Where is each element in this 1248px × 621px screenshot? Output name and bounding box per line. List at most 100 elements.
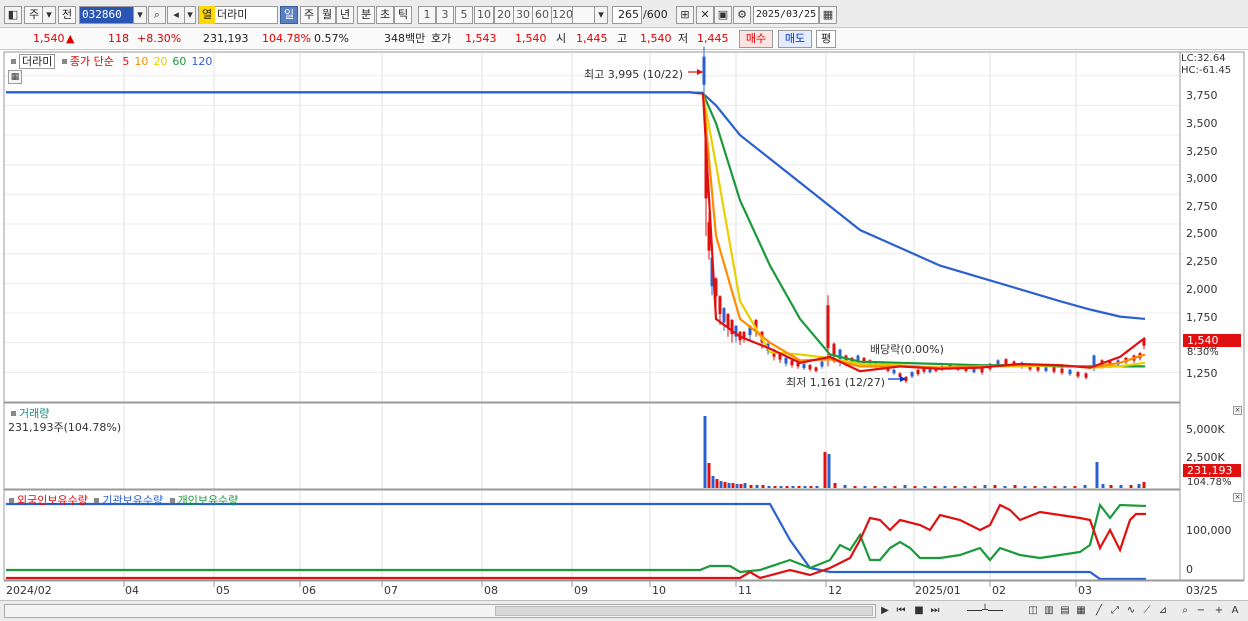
volume-bar: [1003, 486, 1007, 488]
candle-body: [1004, 359, 1008, 365]
table-icon[interactable]: ▤: [1058, 604, 1072, 618]
candle-body: [1076, 372, 1080, 377]
volume-bar: [791, 486, 795, 488]
candle-body: [808, 365, 812, 370]
split-icon[interactable]: ▥: [1042, 604, 1056, 618]
minus-icon[interactable]: −: [1194, 604, 1208, 618]
volume-bar: [943, 486, 947, 488]
legend-ma-3: 60: [172, 55, 187, 68]
ma-line-10: [6, 91, 1146, 369]
candle-body: [722, 308, 726, 323]
volume-bar: [1073, 486, 1077, 488]
candle-body: [916, 369, 920, 375]
volume-bar: [743, 483, 747, 488]
x-tick: 2024/02: [6, 584, 52, 597]
volume-bar: [873, 486, 877, 488]
scroll-thumb[interactable]: [495, 606, 873, 616]
legend-individual: 개인보유수량: [177, 494, 239, 507]
holdings-lines: [6, 502, 1147, 581]
text-tool-icon[interactable]: A: [1228, 604, 1242, 618]
candle-body: [1084, 373, 1088, 378]
grid-icon[interactable]: ▦: [1074, 604, 1088, 618]
volume-bar: [707, 463, 711, 488]
volume-bar: [797, 486, 801, 488]
volume-panel-frame: [3, 402, 1181, 490]
window-mode-icon[interactable]: ◫: [1026, 604, 1040, 618]
volume-bar: [1109, 485, 1113, 488]
volume-bar: [719, 481, 723, 488]
legend-square: [94, 498, 100, 503]
x-tick: 05: [216, 584, 230, 597]
bottom-toolbar: ▶ ⏮ ■ ⏭ ⎯⎯⎯┴⎯⎯⎯ ◫ ▥ ▤ ▦ ╱ ⤢ ∿ ⟋ ⊿ ⌕ − + …: [0, 600, 1248, 621]
zoom-icon[interactable]: ⌕: [1178, 604, 1192, 618]
legend-square: [11, 59, 16, 64]
volume-bar: [803, 486, 807, 488]
candle-body: [838, 349, 842, 361]
price-tick: 2,000: [1186, 283, 1218, 296]
zoom-slider[interactable]: ⎯⎯⎯┴⎯⎯⎯: [950, 604, 1020, 618]
magnet-icon[interactable]: ⊿: [1156, 604, 1170, 618]
chart-canvas[interactable]: [0, 0, 1248, 600]
candle-body: [1052, 367, 1056, 372]
x-tick: 09: [574, 584, 588, 597]
volume-bar: [923, 486, 927, 488]
volume-bar: [903, 485, 907, 488]
volume-bar: [731, 483, 735, 488]
volume-bar: [853, 486, 857, 488]
ma-line-20: [6, 91, 1146, 369]
candle-body: [702, 56, 706, 85]
volume-bar: [1129, 485, 1133, 488]
candle-body: [910, 372, 914, 377]
high-annotation: 최고 3,995 (10/22): [584, 68, 684, 81]
ruler-icon[interactable]: ⟋: [1140, 604, 1154, 618]
legend-ma-4: 120: [191, 55, 213, 68]
legend-square: [169, 498, 175, 503]
ma-line-120: [6, 91, 1146, 320]
close-icon[interactable]: ×: [1233, 406, 1242, 415]
legend-square: [9, 498, 14, 503]
last-icon[interactable]: ⏭: [928, 604, 942, 618]
scroll-right-icon[interactable]: ▶: [878, 604, 892, 618]
volume-tick: 2,500K: [1186, 451, 1225, 464]
volume-bar: [953, 486, 957, 488]
volume-bar: [815, 486, 819, 488]
calculator-icon[interactable]: ▦: [8, 70, 22, 84]
legend-ma-2: 20: [153, 55, 168, 68]
x-tick: 08: [484, 584, 498, 597]
volume-bar: [893, 486, 897, 488]
x-tick: 03/25: [1186, 584, 1218, 597]
volume-bar: [727, 483, 731, 488]
volume-bar: [767, 486, 771, 488]
volume-bar: [739, 484, 743, 488]
price-tick: 3,500: [1186, 117, 1218, 130]
volume-bar: [1142, 482, 1146, 488]
volume-bar: [833, 483, 837, 488]
first-icon[interactable]: ⏮: [894, 604, 908, 618]
price-tick: 3,250: [1186, 145, 1218, 158]
wave-icon[interactable]: ∿: [1124, 604, 1138, 618]
ma-line-60: [6, 91, 1145, 368]
volume-bars: [703, 416, 1146, 488]
volume-bar: [1023, 486, 1027, 488]
lc-value: LC:32.64: [1181, 53, 1226, 64]
price-tick: 3,000: [1186, 172, 1218, 185]
volume-bar: [711, 476, 715, 488]
price-tick: 1,750: [1186, 311, 1218, 324]
chart-scrollbar[interactable]: [4, 604, 876, 618]
volume-bar: [983, 485, 987, 488]
plus-icon[interactable]: +: [1212, 604, 1226, 618]
foreign-line: [6, 503, 1146, 580]
candle-body: [826, 305, 830, 348]
volume-bar: [863, 486, 867, 488]
volume-bar: [1043, 486, 1047, 488]
stop-icon[interactable]: ■: [912, 604, 926, 618]
trend-icon[interactable]: ⤢: [1108, 604, 1122, 618]
close-icon[interactable]: ×: [1233, 493, 1242, 502]
volume-bar: [823, 452, 827, 488]
volume-bar: [785, 486, 789, 488]
x-tick: 06: [302, 584, 316, 597]
price-tag-pct: 8.30%: [1187, 347, 1219, 358]
line-tool-icon[interactable]: ╱: [1092, 604, 1106, 618]
holdings-tick: 100,000: [1186, 524, 1232, 537]
price-tick: 2,500: [1186, 227, 1218, 240]
